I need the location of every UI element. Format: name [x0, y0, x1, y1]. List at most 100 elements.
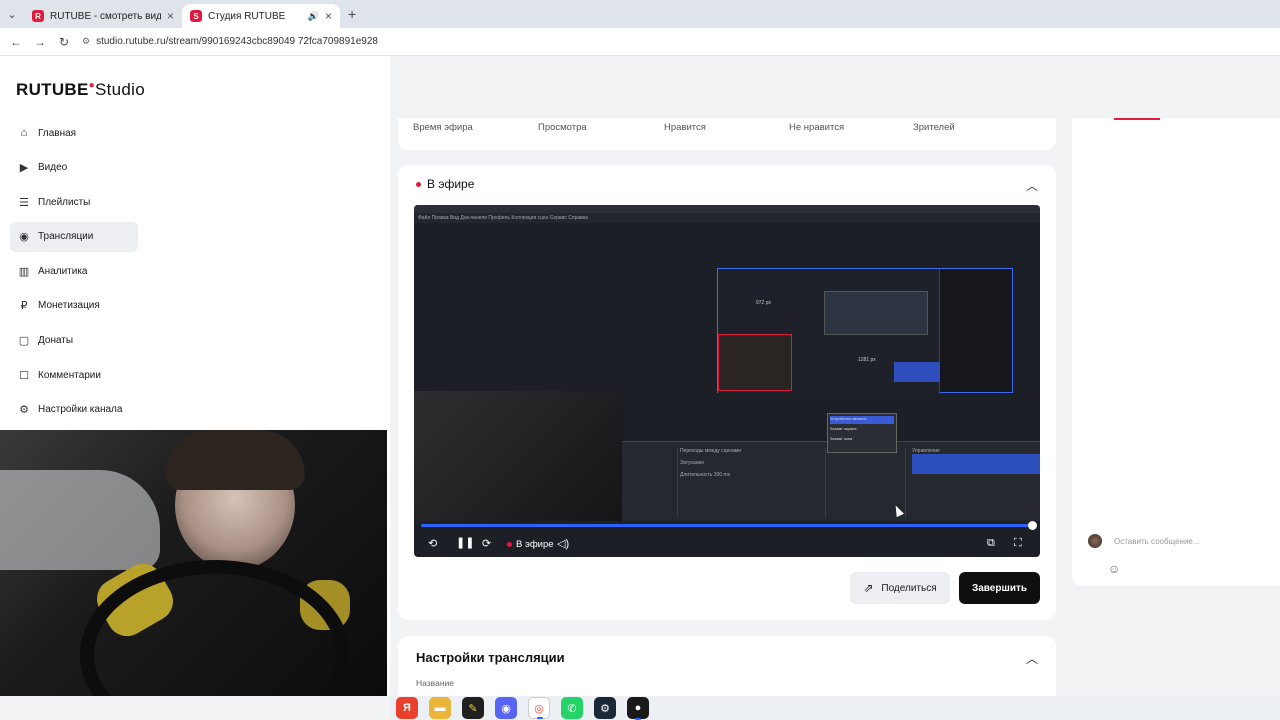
tab-title: RUTUBE - смотреть видео онл [50, 10, 161, 22]
obs-titlebar [414, 205, 1040, 213]
chat-tab-indicator [1114, 118, 1160, 120]
browser-tabbar: ⌄ R RUTUBE - смотреть видео онл × S Студ… [0, 0, 1280, 28]
sidebar-item-broadcasts[interactable]: ◉ Трансляции [10, 221, 138, 252]
yandex-browser-icon[interactable]: Я [396, 697, 418, 719]
close-tab-icon[interactable]: × [325, 9, 332, 23]
obs-webcam-preview [414, 391, 624, 521]
tab-title: Студия RUTUBE [208, 10, 286, 22]
obs-dock-header: Переходы между сценами [680, 448, 742, 454]
stat-label-viewers: Зрителей [913, 122, 955, 133]
tab-search-icon[interactable]: ⌄ [0, 0, 24, 28]
rewind-10-icon[interactable]: ⟲ [428, 537, 437, 550]
sidebar-item-home[interactable]: ⌂ Главная [10, 118, 138, 148]
obs-menubar: Файл Правка Вид Док-панели Профиль Колле… [414, 213, 1040, 223]
sidebar-item-analytics[interactable]: ▥ Аналитика [10, 256, 138, 286]
chevron-up-icon[interactable]: ︿ [1026, 177, 1038, 194]
rutube-favicon-icon: R [32, 10, 44, 22]
volume-icon[interactable]: ◁) [557, 537, 569, 550]
obs-source-popup: Устройство захвата Захват экрана Захват … [827, 413, 897, 453]
sidebar-item-label: Плейлисты [38, 196, 91, 208]
back-icon[interactable]: ← [4, 35, 28, 49]
share-button[interactable]: ⇗ Поделиться [850, 572, 950, 604]
comments-icon: ☐ [19, 369, 29, 382]
logo-suffix: Studio [94, 80, 145, 99]
progress-knob[interactable] [1028, 521, 1037, 530]
forward-10-icon[interactable]: ⟳ [482, 537, 491, 550]
sidebar-item-monetization[interactable]: ₽ Монетизация [10, 291, 138, 321]
finish-button[interactable]: Завершить [959, 572, 1040, 604]
browser-tab-studio[interactable]: S Студия RUTUBE 🔊 × [182, 4, 340, 28]
donate-icon: ▢ [18, 335, 30, 348]
editor-app-icon[interactable]: ✎ [462, 697, 484, 719]
stream-player[interactable]: Файл Правка Вид Док-панели Профиль Колле… [414, 205, 1040, 557]
playlist-icon: ☰ [19, 196, 29, 209]
live-card: В эфире ︿ Файл Правка Вид Док-панели Про… [398, 165, 1056, 620]
os-taskbar: Я ▬ ✎ ◉ ◎ ✆ ⚙ ● [390, 696, 1280, 720]
steam-icon[interactable]: ⚙ [594, 697, 616, 719]
sidebar-item-donations[interactable]: ▢ Донаты [10, 326, 138, 356]
stats-card: Время эфира Просмотра Нравится Не нравит… [398, 118, 1056, 150]
new-tab-icon[interactable]: + [348, 6, 356, 22]
discord-icon[interactable]: ◉ [495, 697, 517, 719]
broadcast-icon: ◉ [19, 231, 29, 244]
obs-blue-bar [894, 362, 940, 382]
emoji-icon[interactable]: ☺ [1108, 562, 1120, 576]
sidebar-item-label: Главная [38, 127, 77, 139]
gear-icon: ⚙ [19, 404, 29, 417]
obs-preview-canvas: 972 px 1281 px [717, 268, 1013, 394]
url-field[interactable]: ⚙ studio.rutube.ru/stream/990169243cbc89… [82, 36, 378, 47]
fullscreen-icon[interactable]: ⛶ [1014, 537, 1022, 550]
obs-dock: Переходы между сценами Затухание Длитель… [622, 441, 1040, 521]
webcam-overlay [0, 430, 387, 696]
file-explorer-icon[interactable]: ▬ [429, 697, 451, 719]
logo-brand: RUTUBE [16, 80, 89, 99]
title-field-label: Название [416, 678, 454, 688]
home-icon: ⌂ [20, 127, 28, 139]
browser-tab-rutube[interactable]: R RUTUBE - смотреть видео онл × [24, 4, 182, 28]
sidebar-item-video[interactable]: ▶ Видео [10, 153, 138, 183]
sidebar-menu: ⌂ Главная ▶ Видео ☰ Плейлисты ◉ Трансляц… [10, 118, 390, 429]
rutube-studio-logo[interactable]: RUTUBE●Studio [16, 80, 145, 100]
analytics-icon: ▥ [18, 265, 30, 278]
close-tab-icon[interactable]: × [167, 9, 174, 23]
obs-dock-col [622, 448, 678, 518]
obs-icon[interactable]: ● [627, 697, 649, 720]
picture-in-picture-icon[interactable]: ⧉ [987, 537, 995, 550]
obs-nested-screen: 972 px 1281 px [718, 269, 940, 394]
studio-page: RUTUBE●Studio ⌂ Главная ▶ Видео ☰ Плейли… [0, 56, 1280, 696]
forward-icon[interactable]: → [28, 35, 52, 49]
sidebar-item-channel-settings[interactable]: ⚙ Настройки канала [10, 395, 150, 425]
reload-icon[interactable]: ↻ [52, 35, 76, 49]
browser-addressbar: ← → ↻ ⚙ studio.rutube.ru/stream/99016924… [0, 28, 1280, 56]
obs-red-selection [718, 334, 792, 391]
sidebar-item-label: Монетизация [38, 300, 100, 312]
share-icon: ⇗ [863, 581, 874, 595]
chat-input[interactable]: Оставить сообщение... [1114, 537, 1200, 546]
chevron-up-icon[interactable]: ︿ [1026, 650, 1038, 667]
obs-popup-row: Захват окна [830, 436, 853, 441]
sidebar-item-comments[interactable]: ☐ Комментарии [10, 360, 138, 390]
chrome-icon[interactable]: ◎ [528, 697, 550, 719]
share-label: Поделиться [881, 582, 937, 594]
live-dot-icon [507, 542, 512, 547]
stream-settings-card: Настройки трансляции ︿ Название [398, 636, 1056, 696]
stat-label-views: Просмотра [538, 122, 587, 133]
webcam-hair [165, 430, 305, 490]
obs-dock-row: Затухание [680, 460, 705, 466]
pause-icon[interactable]: ❚❚ [456, 536, 474, 549]
player-controls: ⟲ ❚❚ ⟳ В эфире ◁) ⧉ ⛶ [414, 531, 1040, 557]
speaker-icon[interactable]: 🔊 [308, 11, 319, 22]
chat-panel: Оставить сообщение... ☺ [1072, 118, 1280, 586]
live-badge[interactable]: В эфире [507, 539, 554, 550]
avatar [1088, 534, 1102, 548]
sidebar-item-playlists[interactable]: ☰ Плейлисты [10, 187, 138, 217]
obs-dock-col: Переходы между сценами Затухание Длитель… [678, 448, 826, 518]
progress-bar[interactable] [421, 524, 1033, 527]
sidebar: RUTUBE●Studio ⌂ Главная ▶ Видео ☰ Плейли… [0, 56, 390, 696]
sidebar-item-label: Донаты [38, 335, 74, 347]
obs-dock-row: Длительность 300 ms [680, 472, 731, 478]
finish-label: Завершить [971, 582, 1028, 594]
sidebar-item-label: Настройки канала [38, 404, 123, 416]
site-info-icon[interactable]: ⚙ [82, 36, 90, 47]
whatsapp-icon[interactable]: ✆ [561, 697, 583, 719]
